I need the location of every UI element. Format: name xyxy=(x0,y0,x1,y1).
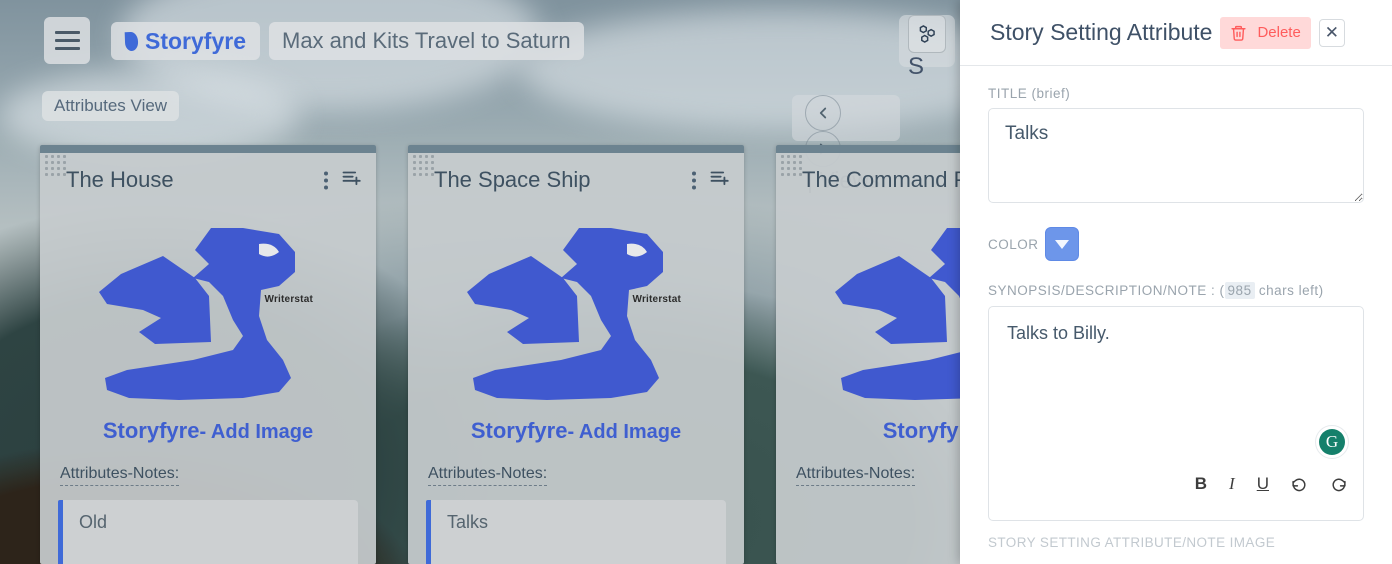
note-item[interactable]: Old xyxy=(58,500,358,564)
panel-body: TITLE (brief) COLOR SYNOPSIS/DESCRIPTION… xyxy=(960,66,1392,550)
attributes-notes-label[interactable]: Attributes-Notes: xyxy=(796,465,915,486)
drag-grip-icon[interactable] xyxy=(413,155,435,175)
synopsis-label-prefix: SYNOPSIS/DESCRIPTION/NOTE : ( xyxy=(988,283,1225,298)
logo-action-text: - Add Image xyxy=(199,421,313,443)
watermark-label: Writerstat xyxy=(265,294,314,305)
flame-icon xyxy=(125,31,139,50)
card-header: The House xyxy=(40,153,376,207)
card-header: The Space Ship xyxy=(408,153,744,207)
hamburger-menu-button[interactable] xyxy=(44,17,90,64)
italic-button[interactable]: I xyxy=(1229,474,1235,494)
add-image-label[interactable]: Storyfyre- Add Image xyxy=(103,418,313,444)
logo-brand-text: Storyfyre xyxy=(471,418,568,443)
grammarly-letter: G xyxy=(1319,429,1345,455)
app-root: Storyfyre Max and Kits Travel to Saturn … xyxy=(0,0,1392,564)
format-toolbar: B I U xyxy=(1195,474,1347,494)
prev-view-button[interactable] xyxy=(805,95,841,131)
view-mode-label: Attributes View xyxy=(54,96,167,116)
card-image-placeholder[interactable]: Writerstat Storyfyre- Add Image xyxy=(40,207,376,457)
attributes-notes-label[interactable]: Attributes-Notes: xyxy=(428,465,547,486)
color-picker-button[interactable] xyxy=(1045,227,1079,261)
chars-left-count: 985 xyxy=(1225,282,1255,299)
trash-icon xyxy=(1230,24,1247,42)
redo-icon[interactable] xyxy=(1330,476,1347,493)
undo-icon[interactable] xyxy=(1291,476,1308,493)
synopsis-label-suffix: chars left) xyxy=(1255,283,1324,298)
playlist-add-icon[interactable] xyxy=(708,168,730,193)
search-label: S xyxy=(908,53,924,80)
view-mode-button[interactable]: Attributes View xyxy=(42,91,179,121)
storyfyre-dragon-logo: Writerstat xyxy=(451,220,701,416)
delete-label: Delete xyxy=(1257,24,1300,41)
title-input[interactable] xyxy=(988,108,1364,203)
storyfyre-dragon-logo: Writerstat xyxy=(83,220,333,416)
bold-button[interactable]: B xyxy=(1195,474,1207,494)
watermark-label: Writerstat xyxy=(633,294,682,305)
panel-title: Story Setting Attribute xyxy=(990,19,1212,46)
more-vertical-icon[interactable] xyxy=(324,171,328,189)
grammarly-icon[interactable]: G xyxy=(1315,425,1349,459)
more-vertical-icon[interactable] xyxy=(692,171,696,189)
story-title-label: Max and Kits Travel to Saturn xyxy=(282,28,571,54)
honeycomb-icon xyxy=(908,15,946,53)
synopsis-input[interactable] xyxy=(1007,323,1345,443)
color-field-row: COLOR xyxy=(988,227,1364,261)
delete-button[interactable]: Delete xyxy=(1220,17,1310,49)
hamburger-icon-bar xyxy=(55,39,80,42)
hamburger-icon-bar xyxy=(55,31,80,34)
card-header-actions xyxy=(692,168,730,193)
hamburger-icon-bar xyxy=(55,47,80,50)
attribute-card[interactable]: The Space Ship xyxy=(408,145,744,564)
attribute-card[interactable]: The House xyxy=(40,145,376,564)
attributes-notes-label[interactable]: Attributes-Notes: xyxy=(60,465,179,486)
add-image-label[interactable]: Storyfyre- Add Image xyxy=(471,418,681,444)
card-image-placeholder[interactable]: Writerstat Storyfyre- Add Image xyxy=(408,207,744,457)
views-navigation-bar: | Views: xyxy=(792,95,900,141)
synopsis-editor[interactable]: G B I U xyxy=(988,306,1364,521)
synopsis-field-label: SYNOPSIS/DESCRIPTION/NOTE : (985 chars l… xyxy=(988,283,1364,298)
search-button[interactable]: S xyxy=(899,15,955,67)
card-header-actions xyxy=(324,168,362,193)
brand-logo-button[interactable]: Storyfyre xyxy=(111,22,260,60)
image-section-label: STORY SETTING ATTRIBUTE/NOTE IMAGE xyxy=(988,535,1364,550)
card-top-accent-bar xyxy=(40,145,376,153)
color-field-label: COLOR xyxy=(988,237,1039,252)
brand-label: Storyfyre xyxy=(145,28,246,55)
panel-header: Story Setting Attribute Delete ✕ xyxy=(960,0,1392,66)
underline-button[interactable]: U xyxy=(1257,474,1269,494)
card-title: The Command P xyxy=(802,167,968,193)
card-top-accent-bar xyxy=(408,145,744,153)
title-field-label: TITLE (brief) xyxy=(988,86,1364,101)
drag-grip-icon[interactable] xyxy=(45,155,67,175)
story-title-field[interactable]: Max and Kits Travel to Saturn xyxy=(269,22,584,60)
logo-brand-text: Storyfyre xyxy=(103,418,200,443)
note-item[interactable]: Talks xyxy=(426,500,726,564)
chevron-down-icon xyxy=(1055,240,1069,249)
logo-action-text: - Add Image xyxy=(567,421,681,443)
story-setting-attribute-panel: Story Setting Attribute Delete ✕ TITLE (… xyxy=(960,0,1392,564)
playlist-add-icon[interactable] xyxy=(340,168,362,193)
card-title: The House xyxy=(66,167,174,193)
drag-grip-icon[interactable] xyxy=(781,155,803,175)
close-icon[interactable]: ✕ xyxy=(1319,19,1345,47)
card-title: The Space Ship xyxy=(434,167,591,193)
